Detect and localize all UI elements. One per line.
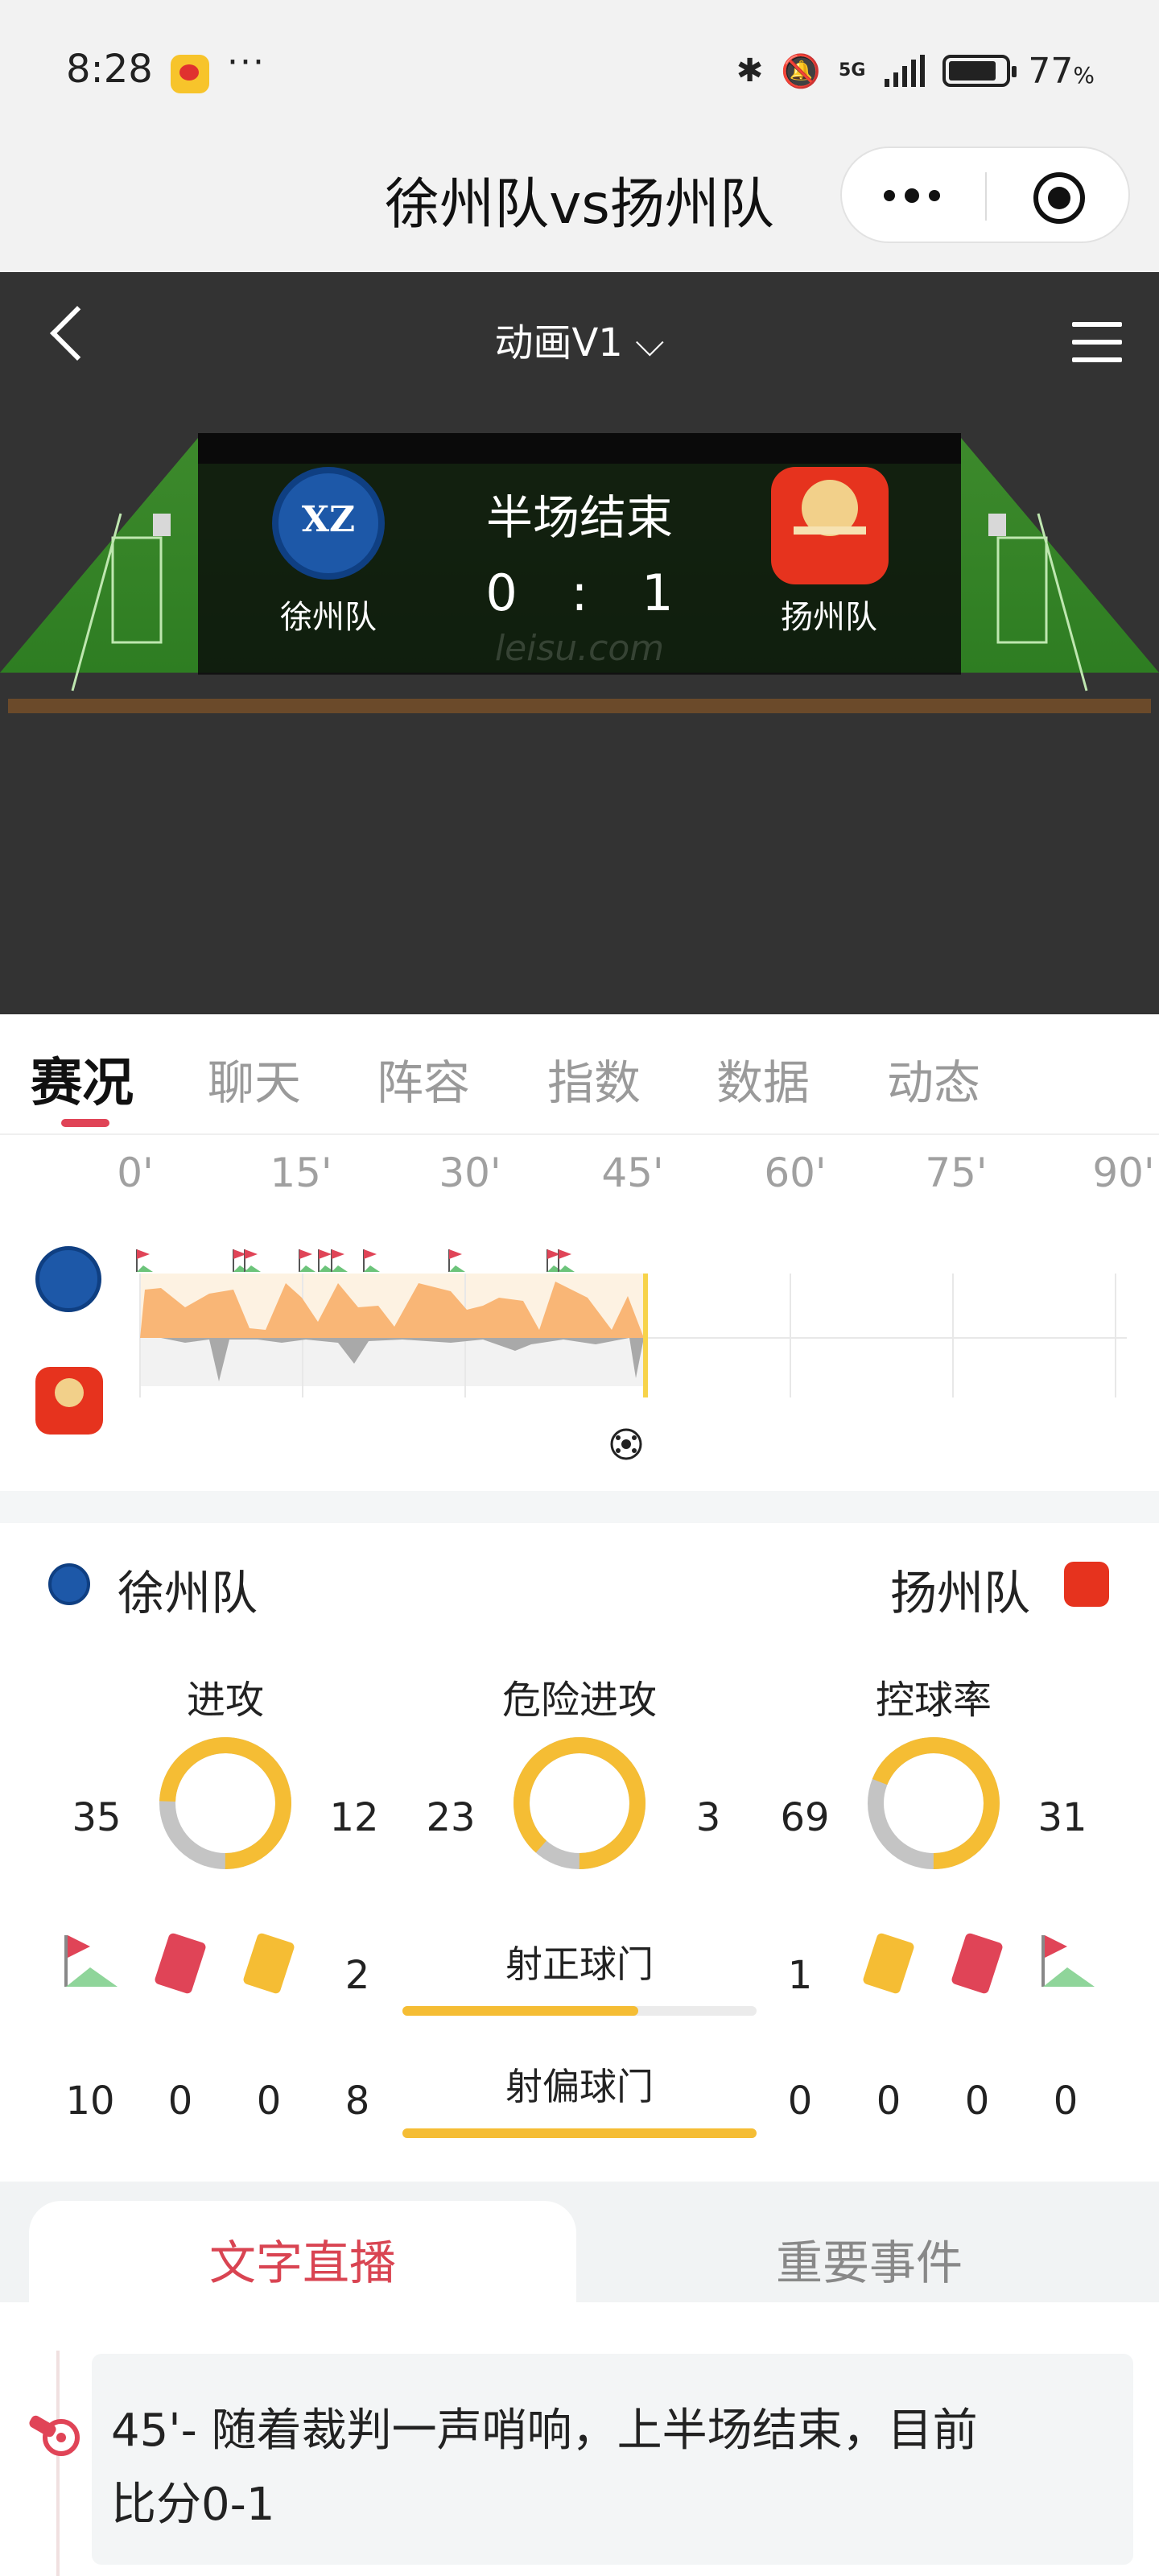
stats-home-logo: [48, 1563, 90, 1605]
tab-overview[interactable]: 赛况: [31, 1042, 134, 1116]
section-divider: [0, 1491, 1159, 1523]
mute-bell-icon: 🔕: [781, 52, 822, 90]
corner-flags: [136, 1249, 575, 1272]
shots-off-target-label: 射偏球门: [505, 2065, 654, 2108]
status-bar: 8:28 ··· ✱ 🔕 5G 77%: [0, 0, 1159, 137]
home-corner-icon: [64, 1935, 118, 1987]
battery-icon: [942, 55, 1017, 87]
away-corner-icon: [1041, 1935, 1095, 1987]
home-team-name: 徐州队: [280, 599, 377, 636]
stat-attack: 进攻 35 12: [56, 1668, 394, 1909]
active-tab-indicator: [61, 1119, 109, 1127]
chevron-down-icon: ⌵: [622, 320, 665, 365]
stats-away-name: 扬州队: [889, 1566, 1030, 1620]
status-icons: ✱ 🔕 5G 77%: [736, 47, 1095, 95]
score-separator: :: [571, 564, 588, 622]
momentum-timeline: 0' 15' 30' 45' 60' 75' 90': [0, 1137, 1159, 1491]
stat-attack-away: 12: [329, 1795, 379, 1840]
shots-on-target-bar: [402, 2006, 757, 2016]
stat-possession-home: 69: [780, 1795, 830, 1840]
away-score: 1: [641, 564, 674, 622]
tab-stats[interactable]: 数据: [716, 1045, 810, 1113]
stat-dangerous-attack-away: 3: [695, 1795, 721, 1840]
capsule-divider: [985, 172, 987, 221]
shots-on-target-fill: [402, 2006, 639, 2016]
home-red-card-icon: [153, 1932, 208, 1995]
match-score: 0 : 1: [459, 564, 700, 622]
away-yellow-cards: 0: [876, 2079, 901, 2124]
stats-home-name: 徐州队: [118, 1566, 258, 1620]
commentary-text-line2: 比分0-1: [111, 2479, 275, 2531]
hamburger-menu-icon[interactable]: [1072, 322, 1122, 375]
away-team-logo: [771, 467, 889, 584]
away-corners: 0: [1053, 2079, 1079, 2124]
stats-away-logo: [1064, 1562, 1109, 1607]
mini-program-title-bar: 徐州队vs扬州队: [0, 137, 1159, 272]
ring-home-segment: [514, 1737, 645, 1869]
away-red-card-icon: [950, 1932, 1004, 1995]
bluetooth-icon: ✱: [736, 52, 764, 89]
stat-possession-label: 控球率: [875, 1678, 992, 1723]
stat-dangerous-attack-home: 23: [426, 1795, 476, 1840]
away-team-name: 扬州队: [781, 599, 877, 636]
status-time: 8:28: [66, 47, 153, 92]
close-program-icon[interactable]: [1033, 172, 1085, 224]
scoreboard-header: [198, 433, 961, 464]
match-animation: 动画V1 ⌵ 徐州队 半场结束 0 : 1 leisu.com 扬州队: [0, 272, 1159, 1014]
stat-attack-home: 35: [72, 1795, 122, 1840]
away-yellow-card-icon: [861, 1932, 916, 1995]
shots-off-target-bar: [402, 2128, 757, 2138]
signal-icon: [885, 55, 926, 87]
more-notifications-icon: ···: [227, 42, 266, 83]
weibo-app-icon: [171, 55, 209, 93]
tab-chat[interactable]: 聊天: [208, 1045, 301, 1113]
whistle-icon: [29, 2415, 80, 2456]
goal-ball-icon: [610, 1428, 642, 1460]
commentary-feed: 45'- 随着裁判一声哨响，上半场结束，目前 比分0-1: [0, 2302, 1159, 2576]
battery-level: 77%: [1028, 50, 1095, 92]
mini-program-capsule: [840, 147, 1130, 243]
home-yellow-cards: 0: [256, 2079, 282, 2124]
network-type: 5G: [839, 60, 866, 80]
momentum-chart: [136, 1249, 1127, 1460]
stat-dangerous-attack-label: 危险进攻: [501, 1678, 657, 1723]
commentary-timeline-line: [56, 2351, 60, 2576]
home-team-logo: [272, 467, 385, 580]
stat-possession: 控球率 69 31: [765, 1668, 1103, 1909]
stat-dangerous-attack-ring: [514, 1737, 645, 1869]
tab-text-live[interactable]: 文字直播: [29, 2225, 576, 2293]
match-status: 半场结束: [485, 490, 673, 545]
stats-panel: 徐州队 扬州队 进攻 35 12 危险进攻 23 3 控球率 69 31 2 射…: [0, 1523, 1159, 2182]
tab-odds[interactable]: 指数: [547, 1045, 641, 1113]
match-tabs: 赛况 聊天 阵容 指数 数据 动态: [0, 1014, 1159, 1135]
shots-off-target-away: 0: [787, 2079, 813, 2124]
home-score: 0: [485, 564, 518, 622]
home-yellow-card-icon: [241, 1932, 296, 1995]
stat-possession-away: 31: [1037, 1795, 1087, 1840]
tab-key-events[interactable]: 重要事件: [580, 2225, 1159, 2293]
shots-on-target-home: 2: [344, 1953, 370, 1998]
shots-on-target-label: 射正球门: [505, 1942, 654, 1986]
watermark: leisu.com: [494, 628, 665, 669]
tab-lineup[interactable]: 阵容: [377, 1045, 470, 1113]
animation-mode-selector[interactable]: 动画V1 ⌵: [0, 311, 1159, 367]
commentary-item: 45'- 随着裁判一声哨响，上半场结束，目前 比分0-1: [92, 2354, 1133, 2565]
shots-on-target-away: 1: [787, 1953, 813, 1998]
away-red-cards: 0: [964, 2079, 990, 2124]
home-red-cards: 0: [167, 2079, 193, 2124]
scoreboard: 徐州队 半场结束 0 : 1 leisu.com 扬州队: [198, 433, 961, 675]
shots-off-target-home: 8: [344, 2079, 370, 2124]
more-options-icon[interactable]: [884, 188, 940, 203]
stat-attack-label: 进攻: [186, 1678, 264, 1723]
stat-dangerous-attack: 危险进攻 23 3: [410, 1668, 749, 1909]
tab-news[interactable]: 动态: [887, 1045, 980, 1113]
commentary-tabs: 文字直播 重要事件: [0, 2182, 1159, 2302]
stat-attack-ring: [159, 1737, 291, 1869]
home-corners: 10: [65, 2079, 115, 2124]
commentary-text-line1: 45'- 随着裁判一声哨响，上半场结束，目前: [111, 2405, 978, 2457]
stat-possession-ring: [868, 1737, 1000, 1869]
shots-off-target-fill: [402, 2128, 757, 2138]
